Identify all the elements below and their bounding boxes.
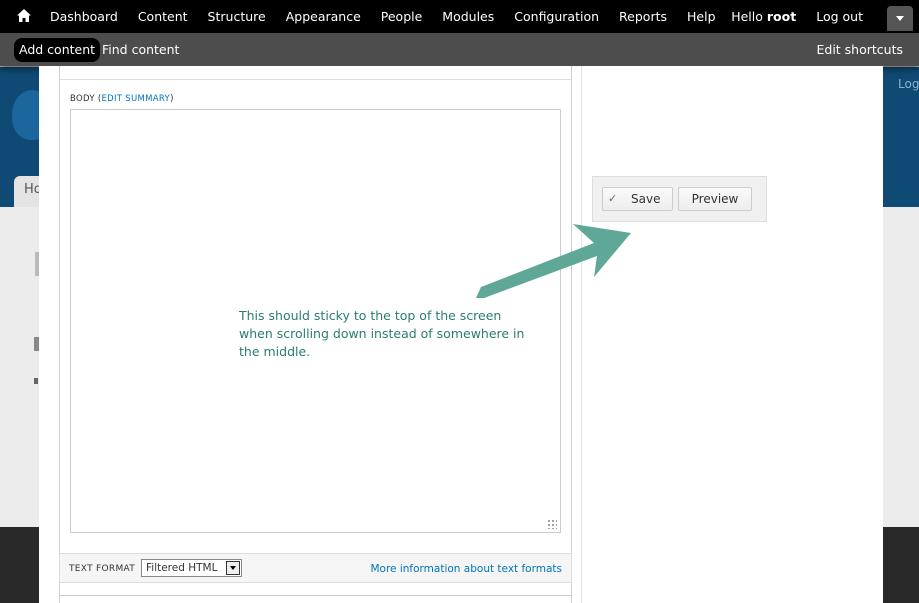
username-link[interactable]: root (767, 9, 796, 24)
menu-item-dashboard[interactable]: Dashboard (40, 0, 128, 33)
logout-link[interactable]: Log out (816, 0, 863, 33)
background-login-link: Log (898, 77, 919, 91)
hello-prefix: Hello (731, 9, 767, 24)
menu-item-help[interactable]: Help (677, 0, 726, 33)
form-actions: ✓ Save Preview (592, 176, 767, 222)
annotation-text: This should sticky to the top of the scr… (239, 308, 525, 359)
admin-toolbar: Dashboard Content Structure Appearance Peopl… (0, 0, 919, 33)
preview-button[interactable]: Preview (678, 187, 752, 211)
toolbar-drawer-toggle[interactable] (887, 6, 913, 31)
shortcut-find-content[interactable]: Find content (102, 38, 179, 62)
edit-shortcuts-link[interactable]: Edit shortcuts (816, 38, 903, 62)
previous-field-bottom (59, 66, 572, 80)
menu-item-modules[interactable]: Modules (432, 0, 504, 33)
text-format-info-link[interactable]: More information about text formats (370, 563, 562, 575)
resize-grip-icon[interactable] (547, 519, 557, 529)
chevron-down-icon (230, 566, 236, 570)
save-button[interactable]: ✓ Save (602, 187, 673, 211)
hello-user: Hello root (731, 0, 796, 33)
shortcut-add-content[interactable]: Add content (14, 38, 101, 62)
text-format-label: TEXT FORMAT (69, 564, 136, 574)
text-format-bar: TEXT FORMAT Filtered HTML More informati… (59, 553, 572, 583)
menu-item-reports[interactable]: Reports (609, 0, 677, 33)
text-format-select[interactable]: Filtered HTML (141, 559, 242, 577)
menu-item-content[interactable]: Content (128, 0, 198, 33)
body-field-label: Body (Edit summary) (70, 94, 174, 104)
text-format-value: Filtered HTML (146, 562, 218, 574)
background-fragment (34, 378, 38, 384)
menu-item-structure[interactable]: Structure (198, 0, 276, 33)
select-dropdown-button[interactable] (226, 561, 240, 575)
menu-item-people[interactable]: People (371, 0, 433, 33)
admin-menu: Dashboard Content Structure Appearance Peopl… (40, 0, 726, 33)
edit-summary-link[interactable]: Edit summary (101, 94, 170, 104)
save-button-label: Save (631, 192, 661, 206)
node-form-overlay: Body (Edit summary) TEXT FORMAT Filtered… (39, 66, 883, 603)
chevron-down-icon (896, 16, 904, 21)
shortcuts-bar: Add content Find content Edit shortcuts (0, 33, 919, 66)
menu-item-configuration[interactable]: Configuration (504, 0, 609, 33)
body-label-text: Body (70, 94, 95, 104)
next-field-top (59, 595, 572, 603)
menu-item-appearance[interactable]: Appearance (276, 0, 371, 33)
home-icon[interactable] (17, 9, 31, 22)
column-separator (581, 66, 582, 603)
user-area: Hello root Log out (731, 0, 863, 33)
check-icon: ✓ (608, 192, 618, 205)
